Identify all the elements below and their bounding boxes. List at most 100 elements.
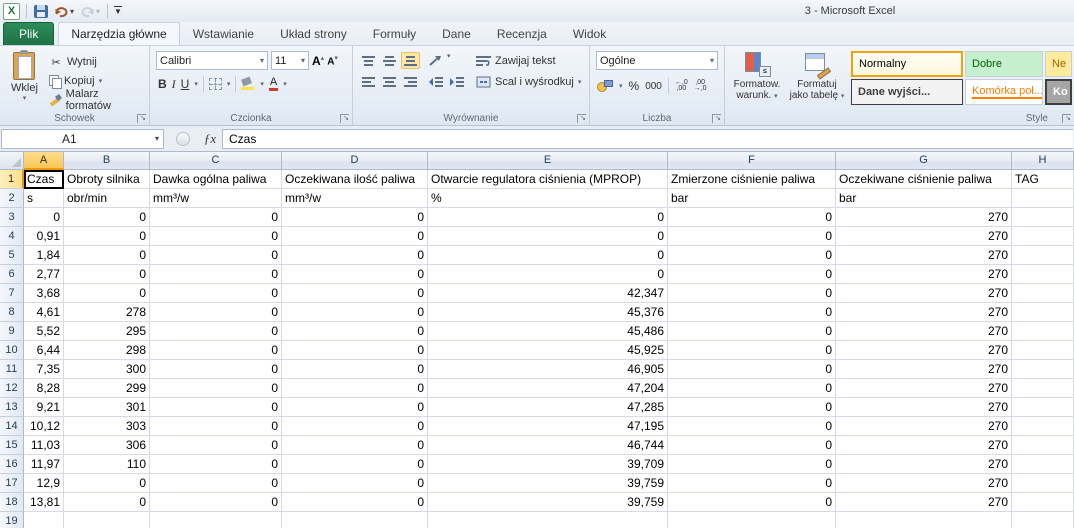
column-header-G[interactable]: G [836,152,1012,170]
cell-G3[interactable]: 270 [836,208,1012,227]
row-header-11[interactable]: 11 [0,360,24,379]
cell-B3[interactable]: 0 [64,208,150,227]
copy-button[interactable]: Kopiuj ▾ [47,73,147,89]
cell-G19[interactable] [836,512,1012,528]
cell-B15[interactable]: 306 [64,436,150,455]
cell-G17[interactable]: 270 [836,474,1012,493]
cell-D12[interactable]: 0 [282,379,428,398]
cell-E9[interactable]: 45,486 [428,322,668,341]
cell-B18[interactable]: 0 [64,493,150,512]
align-left-button[interactable] [359,73,378,90]
cell-H16[interactable] [1012,455,1074,474]
cell-E16[interactable]: 39,709 [428,455,668,474]
cell-A17[interactable]: 12,9 [24,474,64,493]
styles-dialog-launcher-icon[interactable]: ↘ [1062,114,1071,123]
tab-home[interactable]: Narzędzia główne [58,22,179,45]
tab-insert[interactable]: Wstawianie [180,22,267,45]
undo-dropdown-icon[interactable]: ▾ [70,7,74,16]
cell-D4[interactable]: 0 [282,227,428,246]
cell-A2[interactable]: s [24,189,64,208]
cell-D17[interactable]: 0 [282,474,428,493]
tab-review[interactable]: Recenzja [484,22,560,45]
font-color-icon[interactable]: A [269,77,278,91]
align-bottom-button[interactable] [401,52,420,69]
style-check-cell[interactable]: Ko [1045,79,1072,105]
cell-H5[interactable] [1012,246,1074,265]
cell-G18[interactable]: 270 [836,493,1012,512]
cell-B16[interactable]: 110 [64,455,150,474]
cut-button[interactable]: ✂ Wytnij [47,54,147,70]
style-good[interactable]: Dobre [965,51,1043,77]
cell-A6[interactable]: 2,77 [24,265,64,284]
cell-B6[interactable]: 0 [64,265,150,284]
cell-C2[interactable]: mm³/w [150,189,282,208]
row-header-14[interactable]: 14 [0,417,24,436]
cell-D6[interactable]: 0 [282,265,428,284]
cell-D18[interactable]: 0 [282,493,428,512]
cell-C1[interactable]: Dawka ogólna paliwa [150,170,282,189]
row-header-15[interactable]: 15 [0,436,24,455]
cell-H12[interactable] [1012,379,1074,398]
cell-B19[interactable] [64,512,150,528]
cell-E11[interactable]: 46,905 [428,360,668,379]
row-header-18[interactable]: 18 [0,493,24,512]
cell-B12[interactable]: 299 [64,379,150,398]
cell-B14[interactable]: 303 [64,417,150,436]
orientation-dropdown-icon[interactable]: ▾ [447,52,451,69]
cell-G10[interactable]: 270 [836,341,1012,360]
cell-H10[interactable] [1012,341,1074,360]
column-header-F[interactable]: F [668,152,836,170]
cell-E17[interactable]: 39,759 [428,474,668,493]
cell-H14[interactable] [1012,417,1074,436]
cell-C18[interactable]: 0 [150,493,282,512]
cell-F4[interactable]: 0 [668,227,836,246]
cell-E3[interactable]: 0 [428,208,668,227]
underline-button[interactable]: U [181,77,190,91]
redo-dropdown-icon[interactable]: ▾ [96,7,100,16]
cell-C16[interactable]: 0 [150,455,282,474]
cell-D13[interactable]: 0 [282,398,428,417]
cell-C15[interactable]: 0 [150,436,282,455]
borders-dropdown-icon[interactable]: ▾ [227,80,231,88]
row-header-1[interactable]: 1 [0,170,24,189]
cell-G15[interactable]: 270 [836,436,1012,455]
cell-F3[interactable]: 0 [668,208,836,227]
cell-H1[interactable]: TAG [1012,170,1074,189]
cell-G1[interactable]: Oczekiwane ciśnienie paliwa [836,170,1012,189]
cell-H11[interactable] [1012,360,1074,379]
style-normal[interactable]: Normalny [851,51,963,77]
cell-G11[interactable]: 270 [836,360,1012,379]
font-size-combo[interactable]: 11▾ [271,51,309,70]
cell-E14[interactable]: 47,195 [428,417,668,436]
accounting-format-icon[interactable] [597,80,613,93]
fill-color-icon[interactable] [241,78,255,90]
cell-F9[interactable]: 0 [668,322,836,341]
cell-F7[interactable]: 0 [668,284,836,303]
cell-A14[interactable]: 10,12 [24,417,64,436]
cell-H8[interactable] [1012,303,1074,322]
font-dialog-launcher-icon[interactable]: ↘ [340,114,349,123]
cell-E8[interactable]: 45,376 [428,303,668,322]
cell-C11[interactable]: 0 [150,360,282,379]
undo-button[interactable]: ▾ [53,2,75,20]
orientation-button[interactable] [426,52,445,69]
format-as-table-button[interactable]: Formatuj jako tabelę ▾ [787,48,847,111]
cell-B17[interactable]: 0 [64,474,150,493]
style-neutral[interactable]: Ne [1045,51,1072,77]
align-top-button[interactable] [359,52,378,69]
cell-D11[interactable]: 0 [282,360,428,379]
cell-G2[interactable]: bar [836,189,1012,208]
cell-A16[interactable]: 11,97 [24,455,64,474]
cell-C17[interactable]: 0 [150,474,282,493]
cell-C4[interactable]: 0 [150,227,282,246]
alignment-dialog-launcher-icon[interactable]: ↘ [577,114,586,123]
cell-A7[interactable]: 3,68 [24,284,64,303]
cell-D1[interactable]: Oczekiwana ilość paliwa [282,170,428,189]
cell-G6[interactable]: 270 [836,265,1012,284]
cell-E7[interactable]: 42,347 [428,284,668,303]
cell-B4[interactable]: 0 [64,227,150,246]
borders-icon[interactable] [209,78,222,90]
tab-formulas[interactable]: Formuły [360,22,429,45]
cell-C12[interactable]: 0 [150,379,282,398]
italic-button[interactable]: I [172,77,176,92]
